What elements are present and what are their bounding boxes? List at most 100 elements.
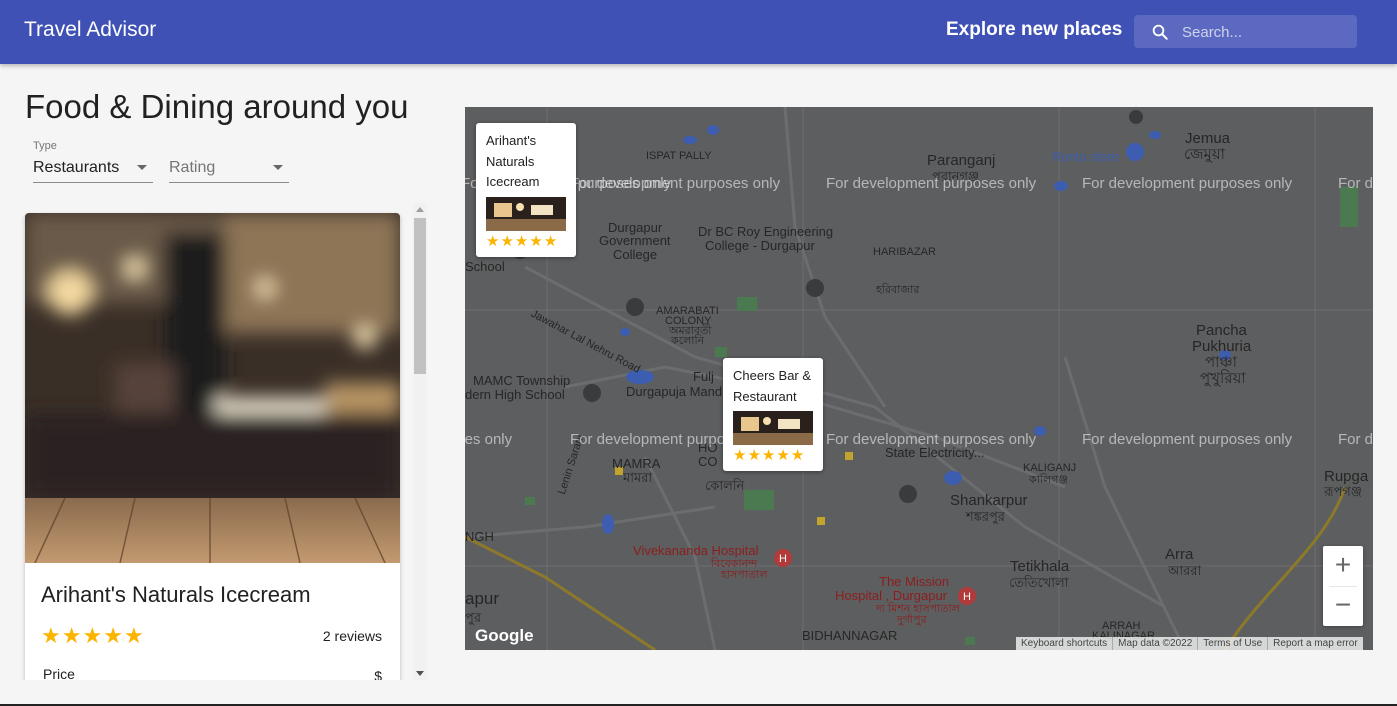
keyboard-shortcuts-link[interactable]: Keyboard shortcuts bbox=[1016, 637, 1112, 650]
star-icon: ★ bbox=[761, 447, 776, 464]
map-label: কলোনি bbox=[671, 335, 705, 347]
places-list[interactable]: Arihant's Naturals Icecream ★ ★ ★ ★ ★ 2 … bbox=[0, 200, 430, 680]
map-label: College - Durgapur bbox=[705, 238, 815, 253]
dev-watermark: For development purposes only bbox=[1338, 431, 1373, 448]
explore-text: Explore new places bbox=[946, 19, 1123, 40]
map-data-text: Map data ©2022 bbox=[1112, 637, 1197, 650]
map-label: আররা bbox=[1168, 563, 1202, 578]
dev-watermark: For development purposes only bbox=[826, 431, 1037, 448]
map-label: BIDHANNAGAR bbox=[802, 628, 898, 643]
list-scrollbar[interactable] bbox=[413, 203, 427, 680]
dropdown-arrow-icon bbox=[273, 165, 283, 170]
map-label: NGH bbox=[465, 529, 494, 544]
zoom-out-button[interactable]: − bbox=[1323, 586, 1363, 626]
svg-text:H: H bbox=[963, 591, 971, 603]
map[interactable]: HH ISPAT PALLY Paranganj পরানগঞ্জ Rontu … bbox=[465, 107, 1373, 650]
star-icon: ★ bbox=[103, 623, 123, 648]
star-icon: ★ bbox=[123, 623, 144, 648]
map-zoom-control: + − bbox=[1323, 546, 1363, 626]
dropdown-arrow-icon bbox=[137, 165, 147, 170]
star-icon: ★ bbox=[514, 232, 529, 250]
dev-watermark: For development purposes only bbox=[570, 175, 781, 192]
page-title: Food & Dining around you bbox=[25, 88, 409, 125]
type-select[interactable]: Type Restaurants bbox=[33, 140, 153, 183]
marker-rating: ★ ★ ★ ★ ★ bbox=[733, 448, 813, 463]
map-label: পুখুরিয়া bbox=[1200, 370, 1246, 387]
map-label: College bbox=[613, 247, 658, 262]
place-photo bbox=[25, 213, 400, 563]
map-label: HARIBAZAR bbox=[873, 246, 936, 258]
map-label: Government bbox=[599, 233, 671, 248]
rating-select-placeholder: Rating bbox=[169, 159, 216, 176]
map-label: তেতিখোলা bbox=[1009, 575, 1069, 590]
map-label: Rupga bbox=[1324, 468, 1369, 485]
dev-watermark: For development purposes only bbox=[1082, 175, 1293, 192]
scroll-down-arrow-icon[interactable] bbox=[416, 671, 424, 676]
marker-name-line: Icecream bbox=[486, 174, 540, 189]
star-icon: ★ bbox=[543, 232, 558, 250]
report-error-link[interactable]: Report a map error bbox=[1267, 637, 1362, 650]
terms-link[interactable]: Terms of Use bbox=[1197, 637, 1267, 650]
marker-photo bbox=[486, 196, 566, 231]
map-label: পাঞ্চা bbox=[1205, 354, 1237, 371]
app-title: Travel Advisor bbox=[24, 18, 157, 41]
svg-text:H: H bbox=[779, 553, 787, 565]
rating-select[interactable]: Rating bbox=[169, 140, 289, 183]
map-label: হাসপাতাল bbox=[721, 569, 768, 581]
app-bar: Travel Advisor Explore new places bbox=[0, 0, 1397, 64]
map-label: রূপগঞ্জ bbox=[1324, 484, 1362, 499]
map-label: Dr BC Roy Engineering bbox=[698, 224, 834, 239]
star-icon: ★ bbox=[500, 232, 514, 250]
star-icon: ★ bbox=[747, 447, 761, 464]
star-icon: ★ bbox=[486, 232, 500, 250]
map-label: Arra bbox=[1165, 546, 1194, 563]
dev-watermark: For development purposes only bbox=[1082, 431, 1293, 448]
map-label: The Mission bbox=[879, 574, 950, 589]
type-select-label: Type bbox=[33, 140, 57, 152]
star-icon: ★ bbox=[733, 447, 747, 464]
map-label: MAMRA bbox=[612, 456, 661, 471]
map-label: কালিগঞ্জ bbox=[1029, 474, 1068, 486]
map-attribution: Keyboard shortcuts Map data ©2022 Terms … bbox=[1016, 637, 1363, 650]
map-marker[interactable]: Cheers Bar & Restaurant ★ ★ ★ ★ ★ bbox=[723, 358, 823, 471]
map-label: Tetikhala bbox=[1010, 558, 1070, 575]
map-label: Paranganj bbox=[927, 152, 996, 169]
review-count: 2 reviews bbox=[322, 628, 382, 644]
place-rating: ★ ★ ★ ★ ★ bbox=[41, 625, 145, 647]
map-marker[interactable]: Arihant's Naturals Icecream ★ ★ ★ ★ ★ bbox=[476, 123, 576, 257]
star-icon: ★ bbox=[529, 232, 543, 250]
search-box[interactable] bbox=[1134, 15, 1357, 48]
star-icon: ★ bbox=[41, 623, 61, 648]
place-card[interactable]: Arihant's Naturals Icecream ★ ★ ★ ★ ★ 2 … bbox=[25, 213, 400, 680]
map-label: Pancha bbox=[1196, 322, 1247, 339]
scroll-thumb[interactable] bbox=[414, 218, 426, 374]
type-select-value: Restaurants bbox=[33, 159, 120, 176]
map-label: Rontu store bbox=[1052, 149, 1120, 164]
dev-watermark: For development purposes only bbox=[465, 431, 513, 448]
map-label: জেমুয়া bbox=[1184, 146, 1226, 163]
map-label: পুর bbox=[465, 610, 481, 625]
map-label: apur bbox=[465, 589, 500, 608]
map-label: ISPAT PALLY bbox=[646, 150, 712, 162]
scroll-up-arrow-icon[interactable] bbox=[416, 207, 424, 212]
marker-photo bbox=[733, 411, 813, 445]
map-label: Durgapuja Mand bbox=[626, 384, 723, 399]
google-logo: Google bbox=[475, 626, 534, 645]
select-underline bbox=[33, 182, 153, 183]
map-label: dern High School bbox=[465, 387, 565, 402]
star-icon: ★ bbox=[790, 447, 805, 464]
map-label: Jemua bbox=[1185, 130, 1231, 147]
map-label: Pukhuria bbox=[1192, 338, 1252, 355]
search-input[interactable] bbox=[1180, 19, 1354, 46]
map-label: শঙ্করপুর bbox=[966, 509, 1005, 524]
marker-name-line: Arihant's bbox=[486, 133, 537, 148]
star-icon: ★ bbox=[82, 623, 103, 648]
map-label: দুর্গাপুর bbox=[897, 614, 927, 626]
zoom-in-button[interactable]: + bbox=[1323, 546, 1363, 586]
place-name: Arihant's Naturals Icecream bbox=[41, 582, 311, 607]
map-label: Fulj bbox=[693, 369, 714, 384]
select-underline bbox=[169, 182, 289, 183]
map-label: CO bbox=[698, 454, 718, 469]
map-label: Hospital , Durgapur bbox=[835, 588, 947, 603]
marker-name-line: Naturals bbox=[486, 153, 535, 169]
